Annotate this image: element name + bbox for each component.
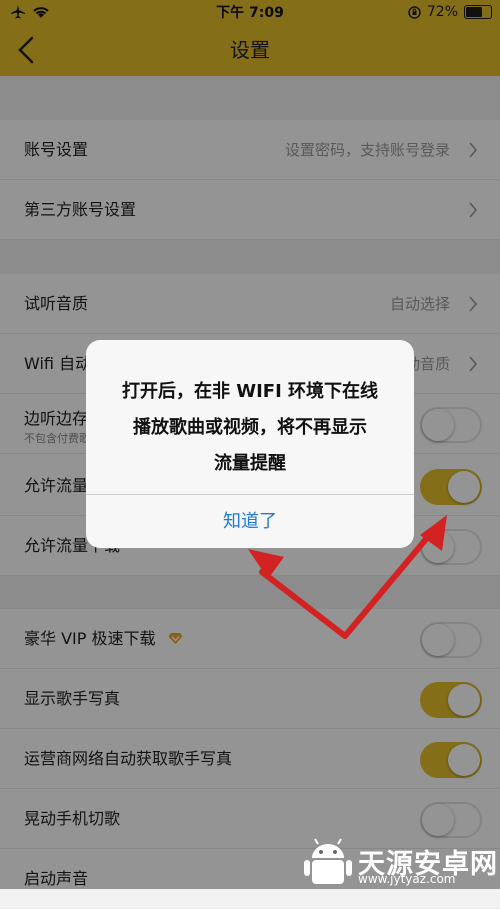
rotation-lock-icon — [408, 5, 421, 19]
alert-dialog: 打开后，在非 WIFI 环境下在线 播放歌曲或视频，将不再显示 流量提醒 知道了 — [86, 340, 414, 548]
dialog-message-line: 播放歌曲或视频，将不再显示 — [133, 417, 367, 438]
got-it-button[interactable]: 知道了 — [86, 495, 414, 548]
battery-level — [466, 7, 482, 17]
android-logo-icon — [304, 838, 352, 884]
dialog-message-line: 打开后，在非 WIFI 环境下在线 — [121, 381, 379, 402]
watermark-url: www.jytyaz.com — [358, 872, 456, 886]
watermark: 天源安卓网 www.jytyaz.com — [300, 836, 500, 889]
dialog-message-line: 流量提醒 — [214, 453, 286, 474]
dialog-message: 打开后，在非 WIFI 环境下在线 播放歌曲或视频，将不再显示 流量提醒 — [104, 374, 396, 482]
battery-icon — [464, 5, 492, 19]
battery-percent: 72% — [426, 4, 458, 20]
